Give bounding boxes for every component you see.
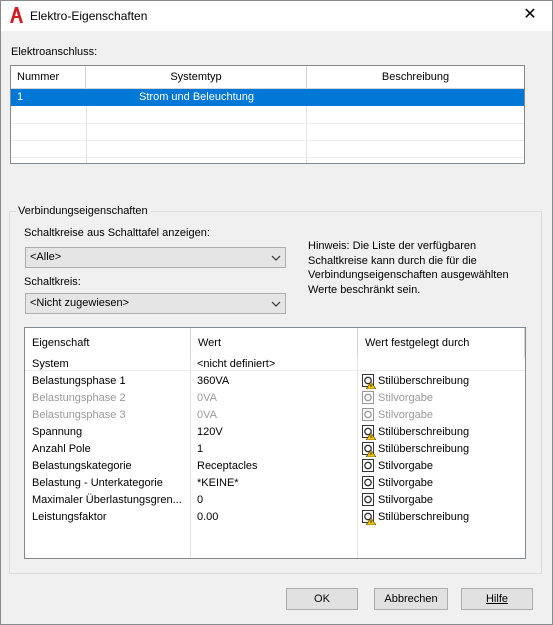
property-source: Stilvorgabe: [378, 392, 434, 404]
column-header-festgelegt[interactable]: Wert festgelegt durch: [358, 328, 525, 358]
cancel-button[interactable]: Abbrechen: [374, 588, 448, 610]
property-row[interactable]: System <nicht definiert>: [25, 356, 525, 373]
help-button[interactable]: Hilfe: [461, 588, 533, 610]
style-default-icon: [362, 476, 374, 489]
property-value[interactable]: 0VA: [197, 390, 352, 407]
style-default-icon: [362, 391, 374, 404]
property-name: Leistungsfaktor: [32, 511, 107, 523]
property-value[interactable]: 360VA: [197, 373, 352, 390]
table-row-selected[interactable]: 1 Strom und Beleuchtung: [11, 89, 524, 106]
property-source: Stilüberschreibung: [378, 375, 470, 387]
column-header-beschreibung[interactable]: Beschreibung: [307, 66, 524, 88]
schaltkreis-dropdown-value: <Nicht zugewiesen>: [30, 297, 130, 309]
style-default-icon: [362, 408, 374, 421]
property-row[interactable]: Maximaler Überlastungsgren... 0 Stilvorgab…: [25, 492, 525, 509]
property-value[interactable]: 1: [197, 441, 352, 458]
property-row[interactable]: Leistungsfaktor 0.00 Stilüberschreibung: [25, 509, 525, 526]
property-source: Stilüberschreibung: [378, 426, 470, 438]
property-source: Stilvorgabe: [378, 494, 434, 506]
column-header-wert[interactable]: Wert: [191, 328, 358, 358]
grid-header: Nummer Systemtyp Beschreibung: [11, 66, 524, 89]
property-name: Anzahl Pole: [32, 443, 91, 455]
chevron-down-icon: [271, 301, 281, 307]
property-name: Belastung - Unterkategorie: [32, 477, 163, 489]
property-row[interactable]: Belastungsphase 2 0VA Stilvorgabe: [25, 390, 525, 407]
property-name: Maximaler Überlastungsgren...: [32, 494, 182, 506]
property-row[interactable]: Belastungsphase 3 0VA Stilvorgabe: [25, 407, 525, 424]
property-source: Stilvorgabe: [378, 460, 434, 472]
cell-nummer: 1: [17, 91, 24, 103]
cell-beschreibung: [307, 89, 524, 106]
property-value[interactable]: *KEINE*: [197, 475, 352, 492]
property-name: Spannung: [32, 426, 83, 438]
property-value[interactable]: 0: [197, 492, 352, 509]
cell-systemtyp: Strom und Beleuchtung: [139, 91, 254, 103]
schalttafel-dropdown-value: <Alle>: [30, 251, 62, 263]
property-value[interactable]: 0.00: [197, 509, 352, 526]
property-row[interactable]: Belastung - Unterkategorie *KEINE* Stilvor…: [25, 475, 525, 492]
schaltkreis-dropdown[interactable]: <Nicht zugewiesen>: [25, 293, 286, 314]
properties-header: Eigenschaft Wert Wert festgelegt durch: [25, 328, 525, 358]
close-icon[interactable]: ✕: [520, 6, 540, 26]
style-default-icon: [362, 459, 374, 472]
elektroanschluss-label-text: Elektroanschluss:: [11, 46, 98, 58]
chevron-down-icon: [271, 255, 281, 261]
ok-button[interactable]: OK: [286, 588, 358, 610]
schaltkreis-label: Schaltkreis:: [24, 276, 81, 288]
property-value[interactable]: <nicht definiert>: [197, 356, 352, 373]
style-override-icon: [362, 425, 376, 440]
property-source: Stilvorgabe: [378, 477, 434, 489]
property-value[interactable]: 120V: [197, 424, 352, 441]
property-row[interactable]: Anzahl Pole 1 Stilüberschreibung: [25, 441, 525, 458]
property-row[interactable]: Belastungskategorie Receptacles Stilvorgab…: [25, 458, 525, 475]
property-name: Belastungsphase 3: [32, 409, 126, 421]
style-override-icon: [362, 374, 376, 389]
column-header-nummer[interactable]: Nummer: [11, 66, 86, 88]
property-source: Stilüberschreibung: [378, 511, 470, 523]
property-row[interactable]: Spannung 120V Stilüberschreibung: [25, 424, 525, 441]
elektroanschluss-grid[interactable]: Nummer Systemtyp Beschreibung 1 Strom un…: [10, 65, 525, 164]
property-name: System: [32, 358, 69, 370]
help-button-label: Hilfe: [485, 593, 508, 605]
schalttafel-label: Schaltkreise aus Schalttafel anzeigen:: [24, 227, 210, 239]
property-row[interactable]: Belastungsphase 1 360VA Stilüberschreibung: [25, 373, 525, 390]
property-name: Belastungskategorie: [32, 460, 132, 472]
property-name: Belastungsphase 1: [32, 375, 126, 387]
property-source: [378, 356, 523, 373]
elektroanschluss-label: Elektroanschluss:: [11, 46, 97, 58]
hint-text: Hinweis: Die Liste der verfügbaren Schal…: [308, 240, 509, 296]
style-override-icon: [362, 510, 376, 525]
window-title: Elektro-Eigenschaften: [30, 9, 148, 23]
property-source: Stilüberschreibung: [378, 443, 470, 455]
property-name: Belastungsphase 2: [32, 392, 126, 404]
autocad-logo-icon: [10, 7, 23, 23]
property-value[interactable]: Receptacles: [197, 458, 352, 475]
property-source: Stilvorgabe: [378, 409, 434, 421]
style-default-icon: [362, 493, 374, 506]
style-override-icon: [362, 442, 376, 457]
properties-grid[interactable]: Eigenschaft Wert Wert festgelegt durch S…: [24, 327, 526, 559]
column-header-eigenschaft[interactable]: Eigenschaft: [25, 328, 191, 358]
column-header-systemtyp[interactable]: Systemtyp: [86, 66, 307, 88]
verbindung-group-title: Verbindungseigenschaften: [16, 205, 150, 217]
property-value[interactable]: 0VA: [197, 407, 352, 424]
schalttafel-dropdown[interactable]: <Alle>: [25, 247, 286, 268]
